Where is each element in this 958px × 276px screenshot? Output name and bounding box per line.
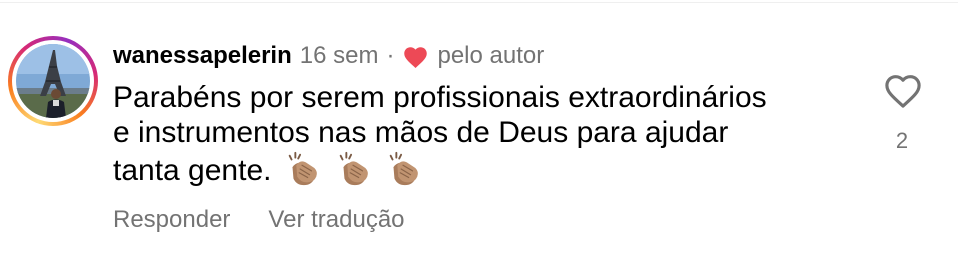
comment-meta: wanessapelerin 16 sem · pelo autor (113, 38, 544, 74)
emoji-group (283, 150, 426, 196)
avatar-story-ring[interactable] (8, 36, 98, 126)
clapping-hands-icon (289, 151, 318, 186)
meta-separator: · (386, 42, 395, 69)
avatar[interactable] (16, 44, 90, 118)
comment-text-line: Parabéns por serem profissionais extraor… (113, 81, 767, 114)
username-link[interactable]: wanessapelerin (113, 42, 292, 70)
comment-text-line-content: tanta gente. (113, 154, 272, 187)
clapping-hands-icon (339, 151, 368, 186)
heart-outline-icon[interactable] (882, 70, 924, 110)
clapping-hands-icon (389, 151, 419, 186)
comment-actions: Responder Ver tradução (113, 206, 443, 234)
liked-by-author-label: pelo autor (437, 42, 545, 69)
comment-text-line: tanta gente. (113, 150, 853, 196)
avatar-ring-gap (12, 40, 94, 122)
comment: wanessapelerin 16 sem · pelo autor Parab… (0, 0, 958, 276)
timestamp[interactable]: 16 sem (300, 42, 379, 70)
avatar-photo (16, 44, 90, 118)
see-translation-button[interactable]: Ver tradução (268, 206, 404, 234)
heart-filled-icon (404, 46, 428, 68)
comment-text: Parabéns por serem profissionais extraor… (113, 80, 853, 196)
comment-text-line: e instrumentos nas mãos de Deus para aju… (113, 116, 729, 149)
like-count: 2 (895, 128, 909, 153)
reply-button[interactable]: Responder (113, 206, 230, 234)
